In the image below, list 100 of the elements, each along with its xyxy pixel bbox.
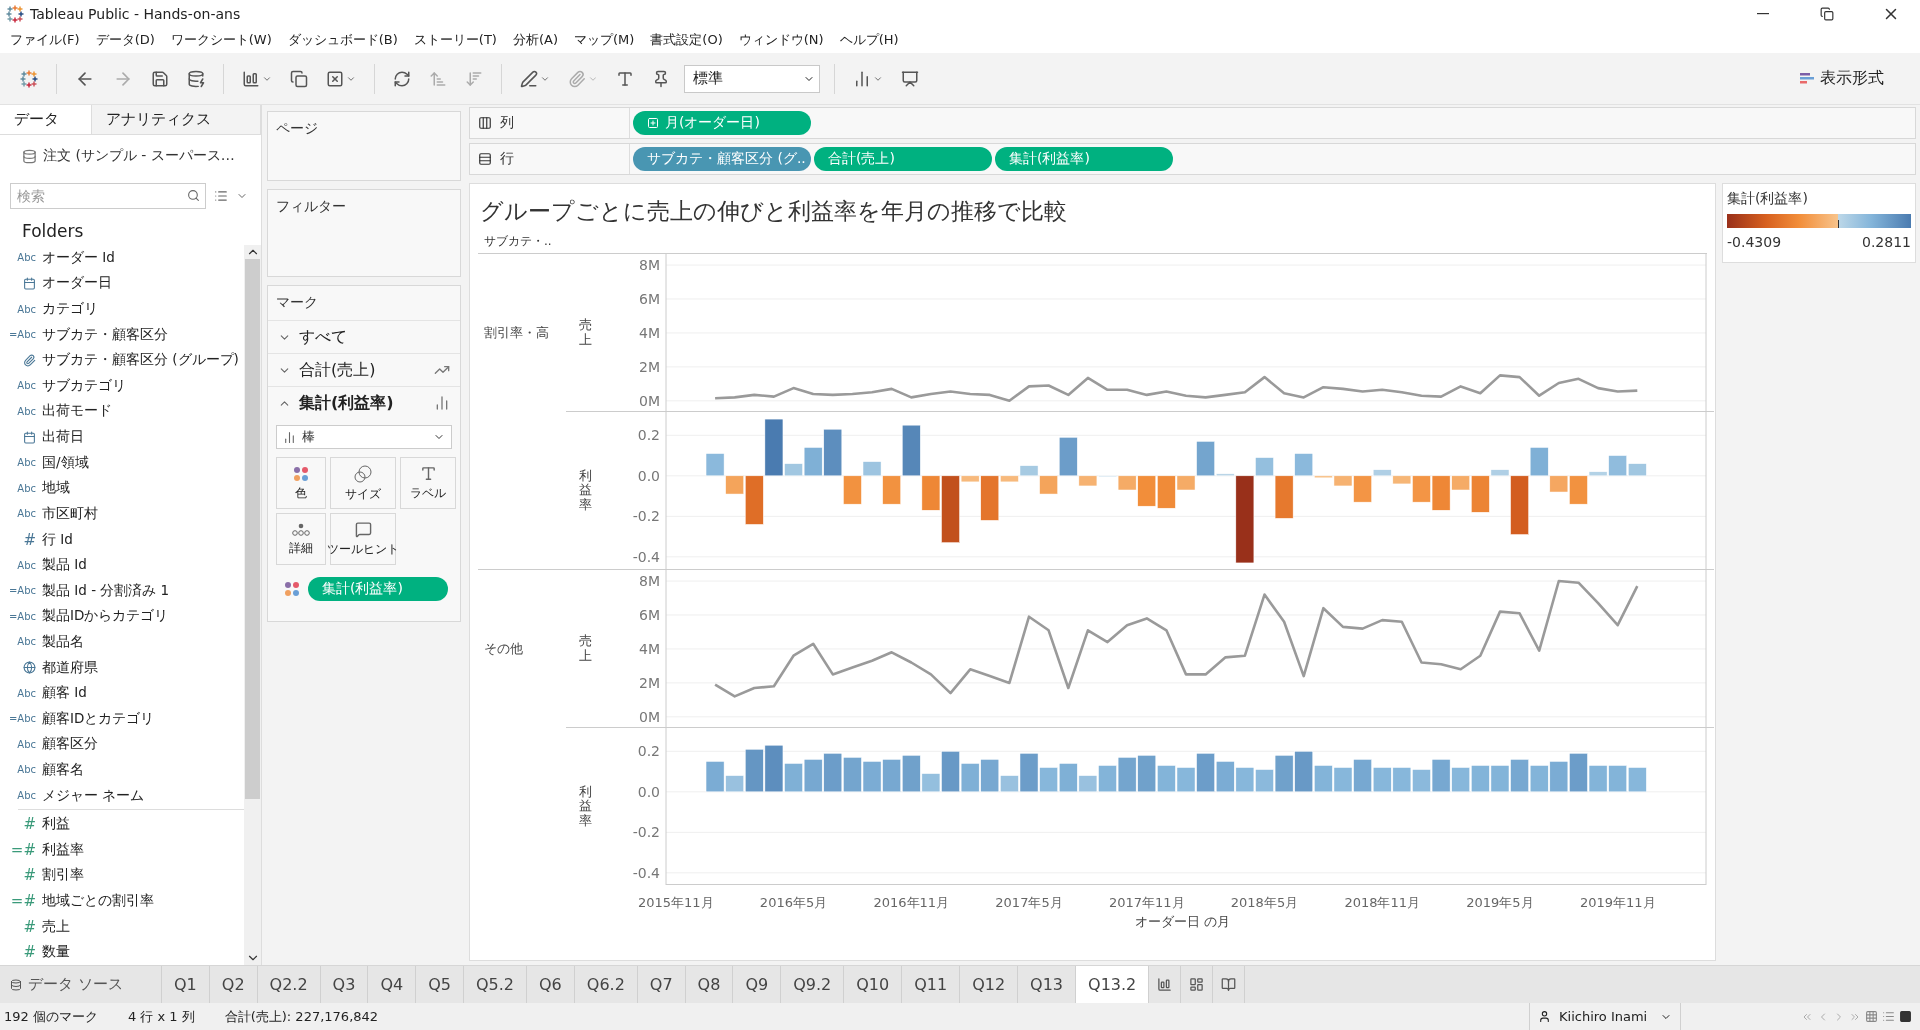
user-menu[interactable]: Kiichiro Inami xyxy=(1529,1003,1681,1030)
folders-heading: Folders xyxy=(21,220,85,243)
sheet-tab[interactable]: Q13.2 xyxy=(1076,966,1150,1003)
axis-tick-label: 2017年5月 xyxy=(995,895,1063,910)
field-type-icon: =Abc xyxy=(8,610,36,622)
field-item[interactable]: 割引率 xyxy=(42,866,84,885)
worksheet-title: グループごとに売上の伸びと利益率を年月の推移で比較 xyxy=(479,197,1068,226)
menu-item[interactable]: 書式設定(O) xyxy=(642,31,731,49)
menu-item[interactable]: 分析(A) xyxy=(504,31,566,49)
field-item[interactable]: 出荷モード xyxy=(42,402,112,421)
field-item[interactable]: サブカテ・顧客区分 xyxy=(42,325,168,344)
axis-tick-label: 0.2 xyxy=(637,743,660,760)
marks-property-button[interactable]: 色 xyxy=(276,457,326,509)
axis-title: 利益率 xyxy=(578,469,592,512)
field-type-icon: Abc xyxy=(8,738,36,750)
shelf-label: 列 xyxy=(500,114,514,132)
field-item[interactable]: 顧客名 xyxy=(42,761,84,779)
menu-item[interactable]: ウィンドウ(N) xyxy=(730,31,832,49)
field-type-icon: =Abc xyxy=(8,585,36,597)
axis-title: 利益率 xyxy=(578,785,592,828)
field-item[interactable]: 都道府県 xyxy=(42,658,98,677)
menu-item[interactable]: ストーリー(T) xyxy=(405,31,505,49)
axis-tick-label: 6M xyxy=(639,291,660,307)
legend-max: 0.2811 xyxy=(1862,234,1911,250)
field-item[interactable]: カテゴリ xyxy=(42,300,98,318)
field-item[interactable]: 製品IDからカテゴリ xyxy=(42,607,169,626)
fit-dropdown[interactable]: 標準 xyxy=(684,64,820,93)
group-label: 割引率・高 xyxy=(484,323,549,342)
axis-tick-label: -0.4 xyxy=(632,864,660,881)
field-item[interactable]: 製品 Id - 分割済み 1 xyxy=(42,581,170,600)
status-text: 192 個のマーク xyxy=(4,1007,98,1026)
field-item[interactable]: 行 Id xyxy=(42,530,73,549)
field-item[interactable]: 出荷日 xyxy=(42,428,84,447)
marks-property-button[interactable]: サイズ xyxy=(330,457,396,509)
axis-tick-label: 2015年11月 xyxy=(638,895,714,910)
axis-tick-label: 0M xyxy=(639,708,660,725)
field-type-icon: Abc xyxy=(8,764,36,776)
field-item[interactable]: 地域 xyxy=(42,479,70,498)
marks-card-tab[interactable]: すべて xyxy=(268,320,460,353)
show-me-button[interactable]: 表示形式 xyxy=(1794,67,1890,90)
field-item[interactable]: オーダー Id xyxy=(42,248,115,267)
field-item[interactable]: 数量 xyxy=(42,943,70,962)
field-type-icon: Abc xyxy=(8,380,36,392)
field-item[interactable]: 売上 xyxy=(42,917,70,936)
marks-card-tab[interactable]: 合計(売上) xyxy=(268,353,460,386)
status-text: 4 行 x 1 列 xyxy=(127,1007,195,1026)
row-header: サブカテ・.. xyxy=(484,234,552,248)
marks-property-button[interactable]: 詳細 xyxy=(276,513,326,565)
field-item[interactable]: 利益 xyxy=(42,815,70,834)
search-field[interactable]: 検索 xyxy=(10,183,206,209)
field-item[interactable]: メジャー ネーム xyxy=(42,786,145,805)
field-type-icon: Abc xyxy=(8,687,36,699)
field-type-icon: # xyxy=(8,917,36,936)
field-type-icon: =Abc xyxy=(8,329,36,341)
menu-item[interactable]: ファイル(F) xyxy=(2,31,88,49)
field-type-icon: Abc xyxy=(8,252,36,264)
field-type-icon: =# xyxy=(8,892,36,910)
axis-title: 売上 xyxy=(578,318,592,347)
field-type-icon: # xyxy=(8,943,36,962)
marks-card-tab[interactable]: 集計(利益率) xyxy=(268,386,460,419)
field-type-icon: =Abc xyxy=(8,713,36,725)
axis-tick-label: 2M xyxy=(639,674,660,691)
status-text: 合計(売上): 227,176,842 xyxy=(224,1007,379,1026)
field-item[interactable]: サブカテゴリ xyxy=(42,376,126,395)
marks-property-button[interactable]: ツールヒント xyxy=(330,513,396,565)
mark-type-dropdown[interactable]: 棒 xyxy=(276,425,452,449)
menu-item[interactable]: ワークシート(W) xyxy=(162,31,280,49)
field-type-icon: Abc xyxy=(8,405,36,417)
field-item[interactable]: サブカテ・顧客区分 (グループ) xyxy=(42,351,239,370)
field-item[interactable]: 製品 Id xyxy=(42,556,87,575)
axis-tick-label: 0.2 xyxy=(637,427,660,444)
field-type-icon: Abc xyxy=(8,790,36,802)
group-label: その他 xyxy=(484,639,523,658)
field-item[interactable]: 製品名 xyxy=(42,632,84,651)
field-type-icon: Abc xyxy=(8,559,36,571)
marks-property-button[interactable]: ラベル xyxy=(400,457,456,509)
field-item[interactable]: オーダー日 xyxy=(42,274,112,293)
legend-title: 集計(利益率) xyxy=(1727,190,1809,208)
axis-tick-label: 2018年11月 xyxy=(1344,895,1421,910)
field-type-icon: Abc xyxy=(8,636,36,648)
axis-tick-label: 0.0 xyxy=(637,783,660,800)
field-item[interactable]: 顧客 Id xyxy=(42,684,87,703)
field-item[interactable]: 地域ごとの割引率 xyxy=(42,892,154,910)
data-source-name[interactable]: 注文 (サンプル - スーパース… xyxy=(43,147,235,165)
field-type-icon: Abc xyxy=(8,457,36,469)
menu-item[interactable]: ヘルプ(H) xyxy=(831,31,907,49)
field-item[interactable]: 顧客IDとカテゴリ xyxy=(42,709,155,728)
axis-tick-label: -0.2 xyxy=(632,824,660,841)
field-item[interactable]: 国/領域 xyxy=(42,453,89,472)
pane-tab[interactable]: アナリティクス xyxy=(92,105,261,134)
legend-min: -0.4309 xyxy=(1727,234,1782,250)
axis-tick-label: -0.4 xyxy=(632,548,660,565)
menu-item[interactable]: ダッシュボード(B) xyxy=(279,31,406,49)
menu-item[interactable]: マップ(M) xyxy=(566,31,643,49)
field-item[interactable]: 利益率 xyxy=(42,840,84,859)
axis-tick-label: 6M xyxy=(639,607,660,623)
field-item[interactable]: 顧客区分 xyxy=(42,735,98,754)
menu-item[interactable]: データ(D) xyxy=(87,31,163,49)
field-type-icon: Abc xyxy=(8,508,36,520)
field-item[interactable]: 市区町村 xyxy=(42,504,98,523)
